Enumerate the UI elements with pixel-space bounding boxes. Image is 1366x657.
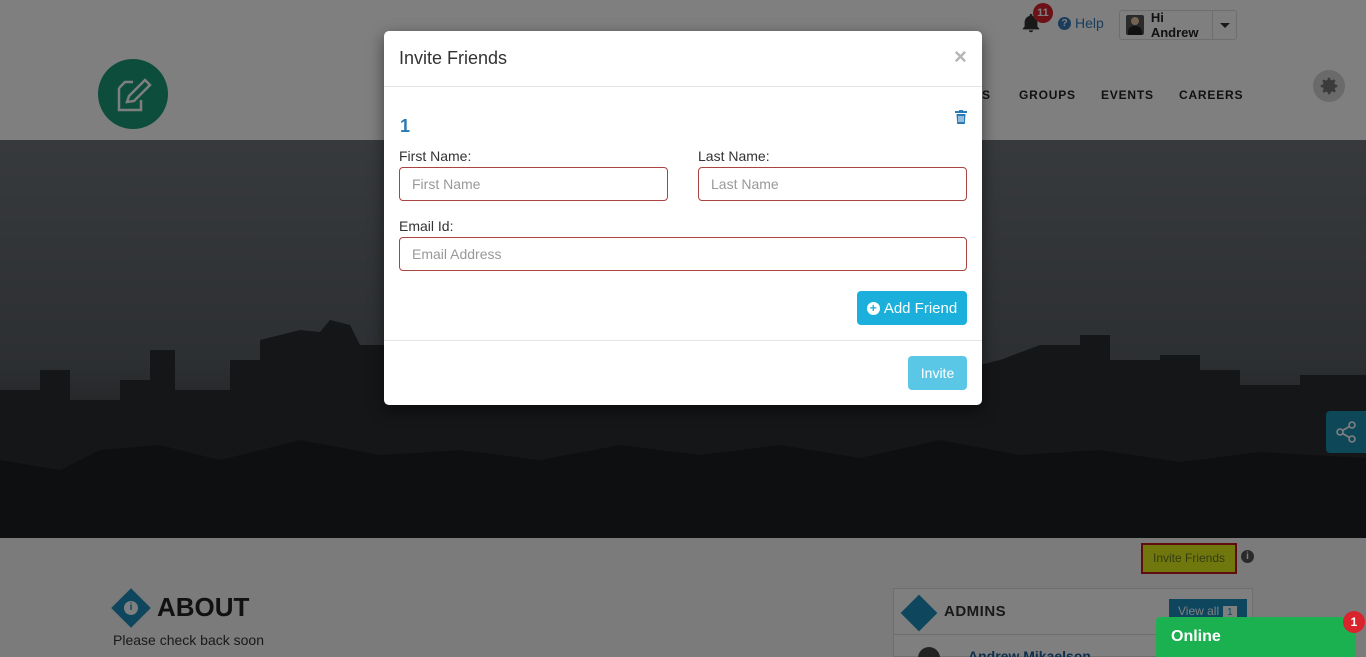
online-chat-button[interactable]: Online [1156, 617, 1356, 657]
friend-index: 1 [400, 116, 411, 136]
first-name-label: First Name: [399, 148, 472, 164]
modal-title: Invite Friends [399, 48, 508, 68]
last-name-label: Last Name: [698, 148, 770, 164]
last-name-input[interactable] [698, 167, 967, 201]
invite-friends-modal: Invite Friends × 1 First Name: Last Name… [384, 31, 982, 405]
invite-button[interactable]: Invite [908, 356, 967, 390]
add-friend-label: Add Friend [883, 299, 958, 317]
email-input[interactable] [399, 237, 967, 271]
close-icon[interactable]: × [954, 44, 967, 70]
online-chat-badge: 1 [1343, 611, 1365, 633]
modal-header: Invite Friends × [384, 31, 982, 87]
email-label: Email Id: [399, 218, 454, 234]
modal-footer-divider [384, 340, 982, 341]
plus-circle-icon: + [866, 301, 880, 315]
first-name-input[interactable] [399, 167, 668, 201]
trash-icon[interactable] [955, 110, 969, 126]
add-friend-button[interactable]: + Add Friend [857, 291, 967, 325]
